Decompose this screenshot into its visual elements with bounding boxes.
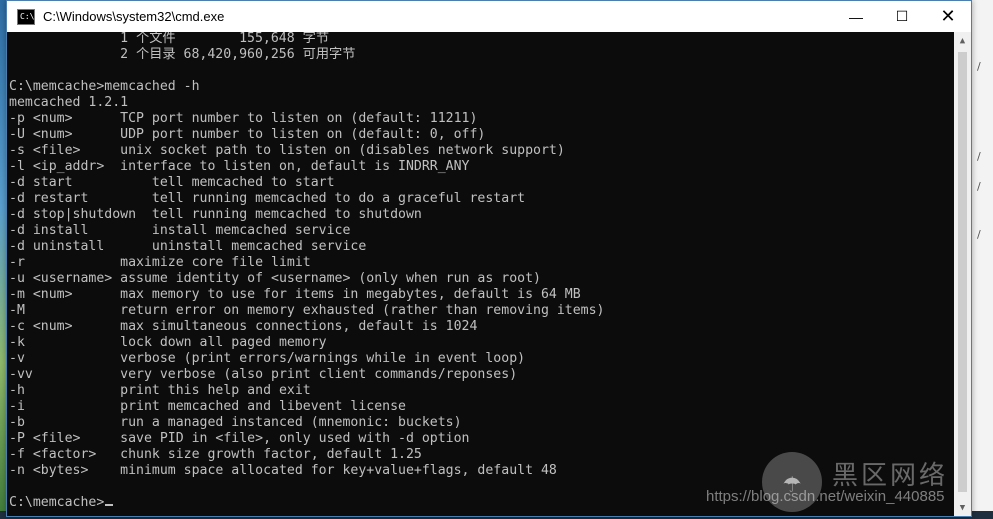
console-line: -f <factor> chunk size growth factor, de…: [9, 447, 422, 462]
console-line: -M return error on memory exhausted (rat…: [9, 303, 605, 318]
title-bar[interactable]: C:\ C:\Windows\system32\cmd.exe — ☐ ✕: [7, 1, 971, 32]
console-line: 1 个文件 155,648 字节: [9, 32, 330, 46]
peek-text: /: [977, 150, 981, 163]
console-text: 1 个文件 155,648 字节 2 个目录 68,420,960,256 可用…: [7, 32, 952, 511]
console-line: -d install install memcached service: [9, 223, 351, 238]
console-line: -p <num> TCP port number to listen on (d…: [9, 111, 478, 126]
console-output[interactable]: 1 个文件 155,648 字节 2 个目录 68,420,960,256 可用…: [7, 32, 952, 516]
console-line: -i print memcached and libevent license: [9, 399, 406, 414]
console-line: -n <bytes> minimum space allocated for k…: [9, 463, 557, 478]
scroll-down-arrow-icon[interactable]: ▼: [954, 499, 971, 516]
close-button[interactable]: ✕: [925, 1, 971, 32]
console-line: -b run a managed instanced (mnemonic: bu…: [9, 415, 462, 430]
window-controls: — ☐ ✕: [833, 1, 971, 32]
console-line: -s <file> unix socket path to listen on …: [9, 143, 565, 158]
watermark-brand: 黑区网络: [832, 461, 949, 491]
console-line: -U <num> UDP port number to listen on (d…: [9, 127, 486, 142]
console-line: -v verbose (print errors/warnings while …: [9, 351, 526, 366]
text-cursor: [105, 504, 114, 506]
console-line: -d start tell memcached to start: [9, 175, 335, 190]
window-title: C:\Windows\system32\cmd.exe: [43, 9, 225, 24]
console-line: -r maximize core file limit: [9, 255, 311, 270]
vertical-scrollbar[interactable]: ▲ ▼: [954, 32, 971, 516]
console-line: C:\memcache>: [9, 495, 105, 510]
cmd-icon[interactable]: C:\: [17, 8, 35, 25]
console-line: -vv very verbose (also print client comm…: [9, 367, 518, 382]
watermark-url: https://blog.csdn.net/weixin_440885: [706, 488, 945, 505]
peek-text: /: [977, 228, 981, 241]
console-line: memcached 1.2.1: [9, 95, 129, 110]
peek-text: /: [977, 60, 981, 73]
console-line: -h print this help and exit: [9, 383, 311, 398]
console-line: -m <num> max memory to use for items in …: [9, 287, 581, 302]
console-line: -c <num> max simultaneous connections, d…: [9, 319, 478, 334]
peek-text: /: [977, 180, 981, 193]
console-line: -P <file> save PID in <file>, only used …: [9, 431, 470, 446]
console-line: -d restart tell running memcached to do …: [9, 191, 526, 206]
minimize-button[interactable]: —: [833, 1, 879, 32]
console-line: C:\memcache>memcached -h: [9, 79, 200, 94]
scrollbar-thumb[interactable]: [958, 52, 967, 492]
console-line: -u <username> assume identity of <userna…: [9, 271, 541, 286]
background-window-peek: / / / /: [970, 0, 993, 519]
maximize-button[interactable]: ☐: [879, 1, 925, 32]
console-line: -d stop|shutdown tell running memcached …: [9, 207, 422, 222]
console-line: -k lock down all paged memory: [9, 335, 327, 350]
scroll-up-arrow-icon[interactable]: ▲: [954, 32, 971, 49]
console-line: -l <ip_addr> interface to listen on, def…: [9, 159, 470, 174]
cmd-window[interactable]: C:\ C:\Windows\system32\cmd.exe — ☐ ✕ 1 …: [6, 0, 972, 517]
console-line: 2 个目录 68,420,960,256 可用字节: [9, 47, 356, 62]
console-line: -d uninstall uninstall memcached service: [9, 239, 367, 254]
